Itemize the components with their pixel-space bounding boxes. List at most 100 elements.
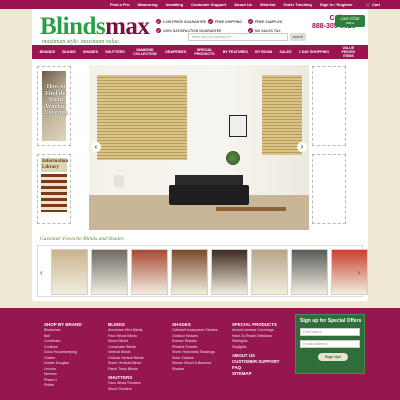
checkmark-icon: ✓ bbox=[207, 19, 213, 24]
search-button[interactable]: search bbox=[290, 33, 306, 41]
nav-sales[interactable]: SALES bbox=[280, 50, 292, 54]
footer-col-brands: SHOP BY BRAND Blindsmax Bali Comfortex C… bbox=[44, 322, 82, 389]
utility-link-installing[interactable]: Installing bbox=[166, 0, 184, 9]
utility-link-measuring[interactable]: Measuring bbox=[138, 0, 158, 9]
benefit-free-shipping[interactable]: ✓ FREE SHIPPING bbox=[207, 19, 246, 24]
footer-brand-link[interactable]: Philter bbox=[44, 383, 82, 389]
information-library-title: Information Library bbox=[41, 158, 69, 172]
benefit-label: FREE SHIPPING bbox=[214, 19, 243, 24]
information-library-promo[interactable]: Information Library bbox=[37, 154, 71, 224]
footer-col-blinds: BLINDS Aluminum Mini Blinds Faux Wood Bl… bbox=[108, 322, 144, 392]
hero-coffee-table bbox=[216, 207, 286, 211]
utility-link-about-us[interactable]: About Us bbox=[234, 0, 252, 9]
hero-lamp bbox=[114, 175, 124, 187]
hero-blind-left bbox=[97, 75, 187, 160]
footer-blinds-link[interactable]: Sheer Vertical Blinds bbox=[108, 361, 144, 367]
footer-blinds-link[interactable]: Panel Track Blinds bbox=[108, 367, 144, 373]
favorite-product-thumbnail[interactable] bbox=[131, 249, 168, 295]
favorite-product-thumbnail[interactable] bbox=[251, 249, 288, 295]
benefit-label: FREE SAMPLES bbox=[254, 19, 283, 24]
utility-link-wishlist[interactable]: Wishlist bbox=[260, 0, 275, 9]
checkmark-icon: ✓ bbox=[247, 19, 253, 24]
right-promo-slot-1 bbox=[312, 66, 346, 146]
nav-special-products[interactable]: SPECIAL PRODUCTS bbox=[194, 48, 216, 56]
favorite-product-thumbnail[interactable] bbox=[331, 249, 368, 295]
hero-wall-art bbox=[229, 115, 247, 137]
favorite-product-thumbnail[interactable] bbox=[171, 249, 208, 295]
utility-link-customer-support[interactable]: Customer Support bbox=[191, 0, 226, 9]
nav-brands[interactable]: BRANDS bbox=[40, 50, 55, 54]
checkmark-icon: ✓ bbox=[156, 28, 161, 33]
footer-sitemap-link[interactable]: SITEMAP bbox=[232, 371, 280, 377]
hero-plant bbox=[226, 151, 240, 165]
nav-shutters[interactable]: SHUTTERS bbox=[105, 50, 124, 54]
utility-link-find-pro[interactable]: Find a Pro bbox=[110, 0, 130, 9]
logo-text-max: max bbox=[105, 13, 150, 40]
utility-links: Find a Pro Measuring Installing Customer… bbox=[110, 0, 353, 9]
benefit-low-price[interactable]: ✓ LOW PRICE GUARANTEE bbox=[156, 19, 206, 24]
checkmark-icon: ✓ bbox=[156, 19, 161, 24]
hero-next-arrow-icon[interactable]: › bbox=[297, 142, 307, 152]
nav-blinds[interactable]: BLINDS bbox=[62, 50, 75, 54]
top-utility-bar: Find a Pro Measuring Installing Customer… bbox=[0, 0, 400, 9]
favorites-next-arrow-icon[interactable]: › bbox=[357, 268, 360, 277]
benefit-free-samples[interactable]: ✓ FREE SAMPLES bbox=[247, 19, 286, 24]
site-logo[interactable]: Blindsmax bbox=[40, 13, 150, 40]
footer-special-link[interactable]: Skylights bbox=[232, 345, 280, 351]
live-chat-button[interactable]: Live Chat Offline bbox=[335, 15, 365, 27]
utility-link-order-tracking[interactable]: Order Tracking bbox=[283, 0, 311, 9]
hero-prev-arrow-icon[interactable]: ‹ bbox=[91, 142, 101, 152]
footer-col-special: SPECIAL PRODUCTS Arched window Coverings… bbox=[232, 322, 280, 377]
logo-text-blinds: Blinds bbox=[40, 13, 106, 40]
cart-icon: 🛒 bbox=[365, 2, 371, 7]
main-nav: BRANDS BLINDS SHADES SHUTTERS DIAMOND CO… bbox=[32, 45, 368, 59]
first-name-field[interactable]: First Name bbox=[300, 328, 360, 336]
email-field[interactable]: Email Address bbox=[300, 340, 360, 348]
cart-link[interactable]: 🛒 Cart bbox=[366, 0, 380, 9]
favorites-thumbnails bbox=[51, 249, 368, 295]
footer-shutters-link[interactable]: Wood Shutters bbox=[108, 387, 144, 393]
page-container: Blindsmax maximum style. maximum value. … bbox=[32, 9, 368, 301]
footer-shades-link[interactable]: Woven Wood & Bamboo bbox=[172, 361, 218, 367]
books-image bbox=[41, 174, 67, 212]
nav-draperies[interactable]: DRAPERIES bbox=[165, 50, 186, 54]
footer-brand-link[interactable]: Good Housekeeping bbox=[44, 350, 82, 356]
benefit-label: NO SALES TAX bbox=[254, 28, 281, 33]
favorite-product-thumbnail[interactable] bbox=[91, 249, 128, 295]
footer-col-shades: SHADES Cellular/Honeycomb Shades Outdoor… bbox=[172, 322, 218, 372]
right-promo-slot-2 bbox=[312, 154, 346, 224]
benefit-label: 100% SATISFACTION GUARANTEE bbox=[163, 28, 222, 33]
favorites-carousel: ‹ › bbox=[37, 245, 368, 297]
hero-sofa bbox=[169, 185, 249, 205]
utility-link-sign-in[interactable]: Sign In / Register bbox=[320, 0, 353, 9]
footer-shades-link[interactable]: Cellular/Honeycomb Shades bbox=[172, 328, 218, 334]
footer-shutters-link[interactable]: Faux Wood Shutters bbox=[108, 381, 144, 387]
signup-title: Sign up for Special Offers bbox=[300, 318, 362, 324]
favorite-product-thumbnail[interactable] bbox=[291, 249, 328, 295]
footer-blinds-link[interactable]: Aluminum Mini Blinds bbox=[108, 328, 144, 334]
favorite-product-thumbnail[interactable] bbox=[51, 249, 88, 295]
nav-1-day-shopping[interactable]: 1 DAY SHOPPING bbox=[299, 50, 329, 54]
search-input[interactable]: What are you looking for? bbox=[188, 33, 288, 41]
favorites-title: Customer Favorite Blinds and Shades bbox=[40, 236, 124, 242]
benefits-list: ✓ LOW PRICE GUARANTEE ✓ FREE SHIPPING ✓ FRE… bbox=[156, 19, 286, 33]
how-to-find-title: How to Find the Right Window Covering bbox=[44, 84, 68, 116]
benefit-label: LOW PRICE GUARANTEE bbox=[163, 19, 206, 24]
live-chat-status: Offline bbox=[345, 21, 355, 25]
nav-by-room[interactable]: BY ROOM bbox=[255, 50, 272, 54]
nav-shades[interactable]: SHADES bbox=[83, 50, 98, 54]
favorites-prev-arrow-icon[interactable]: ‹ bbox=[40, 268, 43, 277]
cart-label: Cart bbox=[371, 2, 380, 7]
how-to-find-promo[interactable]: How to Find the Right Window Covering bbox=[37, 66, 71, 146]
nav-by-features[interactable]: BY FEATURES bbox=[223, 50, 248, 54]
signup-button[interactable]: Sign Up! bbox=[318, 353, 348, 361]
nav-value-priced-items[interactable]: VALUE PRICED ITEMS bbox=[336, 46, 360, 58]
favorite-product-thumbnail[interactable] bbox=[211, 249, 248, 295]
footer-shades-link[interactable]: Shades bbox=[172, 367, 218, 373]
footer-shades-link[interactable]: Sheer Horizontal Shadings bbox=[172, 350, 218, 356]
hero-slideshow[interactable]: ‹ › bbox=[89, 65, 309, 230]
nav-diamond-collection[interactable]: DIAMOND COLLECTION bbox=[132, 48, 158, 56]
footer-special-link[interactable]: Arched window Coverings bbox=[232, 328, 280, 334]
newsletter-signup: Sign up for Special Offers First Name Em… bbox=[295, 314, 365, 374]
hero-blind-right bbox=[262, 75, 302, 155]
